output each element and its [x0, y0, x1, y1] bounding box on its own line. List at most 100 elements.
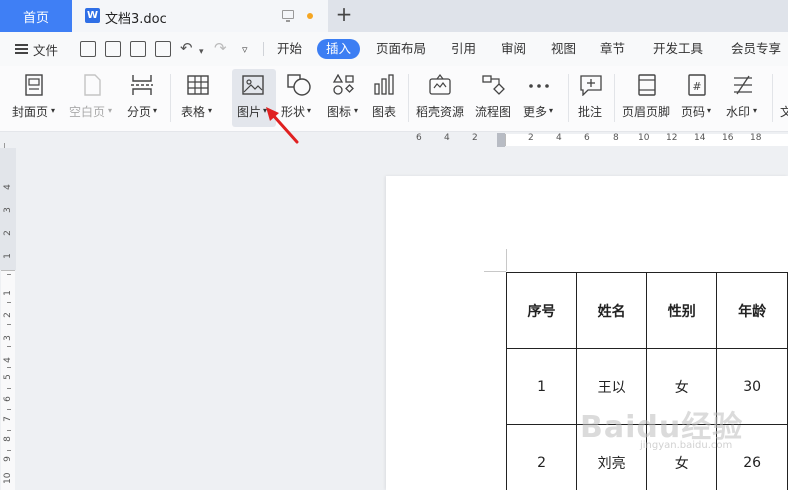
text-button[interactable]: 文 [776, 66, 788, 132]
menu-view[interactable]: 视图 [551, 32, 576, 66]
menu-bar: 文件 ↶ ▾ ↷ ▿ 开始 插入 页面布局 引用 审阅 视图 章节 开发工具 会… [0, 32, 788, 66]
ruler-number: 2 [3, 312, 13, 318]
undo-icon[interactable]: ↶ [180, 40, 193, 56]
chevron-down-icon: ▾ [108, 106, 113, 115]
table-cell[interactable]: 2 [505, 424, 578, 490]
flowchart-button[interactable]: 流程图 [472, 66, 516, 132]
chevron-down-icon: ▾ [549, 106, 554, 115]
ruler-number: 3 [3, 207, 13, 213]
table-icon [187, 75, 209, 95]
file-menu-button[interactable]: 文件 [15, 32, 58, 66]
watermark-button[interactable]: 水印 ▾ [722, 66, 766, 132]
save-icon[interactable] [80, 41, 96, 57]
vertical-ruler[interactable]: 4 3 2 1 1 2 3 4 5 6 7 8 9 10 [0, 148, 16, 490]
print-preview-icon[interactable] [155, 41, 171, 57]
ruler-indent-marker[interactable] [497, 133, 505, 147]
chevron-down-icon: ▾ [707, 106, 712, 115]
ruler-tick [7, 430, 11, 431]
ruler-number: 8 [3, 436, 13, 442]
ruler-number: 5 [3, 374, 13, 380]
ribbon-divider [170, 74, 171, 122]
ruler-tick [7, 324, 11, 325]
home-tab[interactable]: 首页 [0, 0, 72, 32]
more-label: 更多 [523, 105, 548, 119]
ruler-number: 6 [416, 133, 422, 143]
chart-button[interactable]: 图表 [368, 66, 402, 132]
table-cell[interactable]: 年龄 [716, 272, 788, 349]
menu-start[interactable]: 开始 [277, 32, 302, 66]
ruler-number: 12 [666, 133, 678, 143]
monitor-icon[interactable] [282, 10, 294, 22]
document-table[interactable]: 序号 姓名 性别 年龄 1 王以 女 30 2 刘亮 女 26 [505, 272, 788, 490]
table-cell[interactable]: 姓名 [576, 272, 648, 349]
more-button[interactable]: 更多 ▾ [520, 66, 560, 132]
ribbon-divider [408, 74, 409, 122]
ruler-tick [7, 367, 11, 368]
icons-button[interactable]: 图标 ▾ [324, 66, 366, 132]
comment-button[interactable]: 批注 [572, 66, 610, 132]
page-break-label: 分页 [127, 105, 152, 119]
table-cell[interactable]: 序号 [505, 272, 578, 349]
page-break-button[interactable]: 分页 ▾ [124, 66, 164, 132]
more-icon [529, 84, 549, 88]
menu-section[interactable]: 章节 [600, 32, 625, 66]
insert-ribbon: 封面页 ▾ 空白页 ▾ 分页 ▾ 表格 ▾ 图片 ▾ 形状 ▾ 图标 ▾ 图表 … [0, 66, 788, 132]
ruler-number: 14 [694, 133, 706, 143]
table-button[interactable]: 表格 ▾ [176, 66, 222, 132]
chart-icon [374, 74, 394, 95]
svg-text:#: # [692, 80, 701, 93]
docer-resource-label: 稻壳资源 [416, 105, 465, 119]
cover-page-label: 封面页 [12, 105, 49, 119]
icons-label: 图标 [327, 105, 352, 119]
cover-page-button[interactable]: 封面页 ▾ [8, 66, 60, 132]
file-menu-label: 文件 [33, 42, 59, 58]
ruler-number: 9 [3, 456, 13, 462]
picture-icon [242, 75, 264, 95]
table-cell[interactable]: 1 [505, 348, 578, 425]
export-icon[interactable] [105, 41, 121, 57]
menu-references[interactable]: 引用 [451, 32, 476, 66]
ruler-number: 1 [3, 253, 13, 259]
red-arrow-annotation [266, 107, 299, 144]
ruler-number: 16 [722, 133, 734, 143]
blank-page-button[interactable]: 空白页 ▾ [66, 66, 118, 132]
menu-divider [263, 42, 264, 56]
docer-resource-button[interactable]: 稻壳资源 [412, 66, 468, 132]
redo-icon[interactable]: ↷ [214, 40, 227, 56]
margin-corner-mark [484, 271, 506, 272]
menu-member[interactable]: 会员专享 [731, 32, 781, 66]
page-number-icon: # [688, 74, 706, 96]
ribbon-divider [614, 74, 615, 122]
ruler-number: 8 [613, 133, 619, 143]
comment-label: 批注 [578, 105, 603, 119]
customize-toolbar-icon[interactable]: ▿ [242, 42, 248, 58]
document-tab[interactable]: W 文档3.doc [72, 0, 328, 32]
new-tab-button[interactable]: + [333, 4, 355, 26]
table-cell[interactable]: 性别 [646, 272, 718, 349]
margin-corner-mark [506, 249, 507, 271]
chevron-down-icon: ▾ [354, 106, 359, 115]
menu-page-layout[interactable]: 页面布局 [376, 32, 426, 66]
chevron-down-icon: ▾ [208, 106, 213, 115]
ruler-tick [7, 346, 11, 347]
page-number-button[interactable]: # 页码 ▾ [678, 66, 718, 132]
ruler-number: 3 [3, 335, 13, 341]
print-icon[interactable] [130, 41, 146, 57]
icons-icon [332, 74, 354, 95]
hamburger-icon [15, 44, 28, 54]
menu-insert[interactable]: 插入 [317, 39, 361, 59]
chevron-down-icon: ▾ [51, 106, 56, 115]
ruler-number: 4 [3, 184, 13, 190]
header-footer-button[interactable]: 页眉页脚 [618, 66, 676, 132]
menu-review[interactable]: 审阅 [501, 32, 526, 66]
ruler-number: 2 [528, 133, 534, 143]
horizontal-ruler[interactable]: 6 4 2 2 4 6 8 10 12 14 16 18 [0, 132, 788, 148]
ruler-number: 1 [3, 290, 13, 296]
menu-developer[interactable]: 开发工具 [653, 32, 703, 66]
blank-page-icon [84, 74, 101, 96]
undo-dropdown-icon[interactable]: ▾ [199, 44, 204, 60]
ribbon-divider [772, 74, 773, 122]
shape-icon [287, 74, 311, 96]
table-header-row: 序号 姓名 性别 年龄 [505, 272, 788, 349]
blank-page-label: 空白页 [69, 105, 106, 119]
